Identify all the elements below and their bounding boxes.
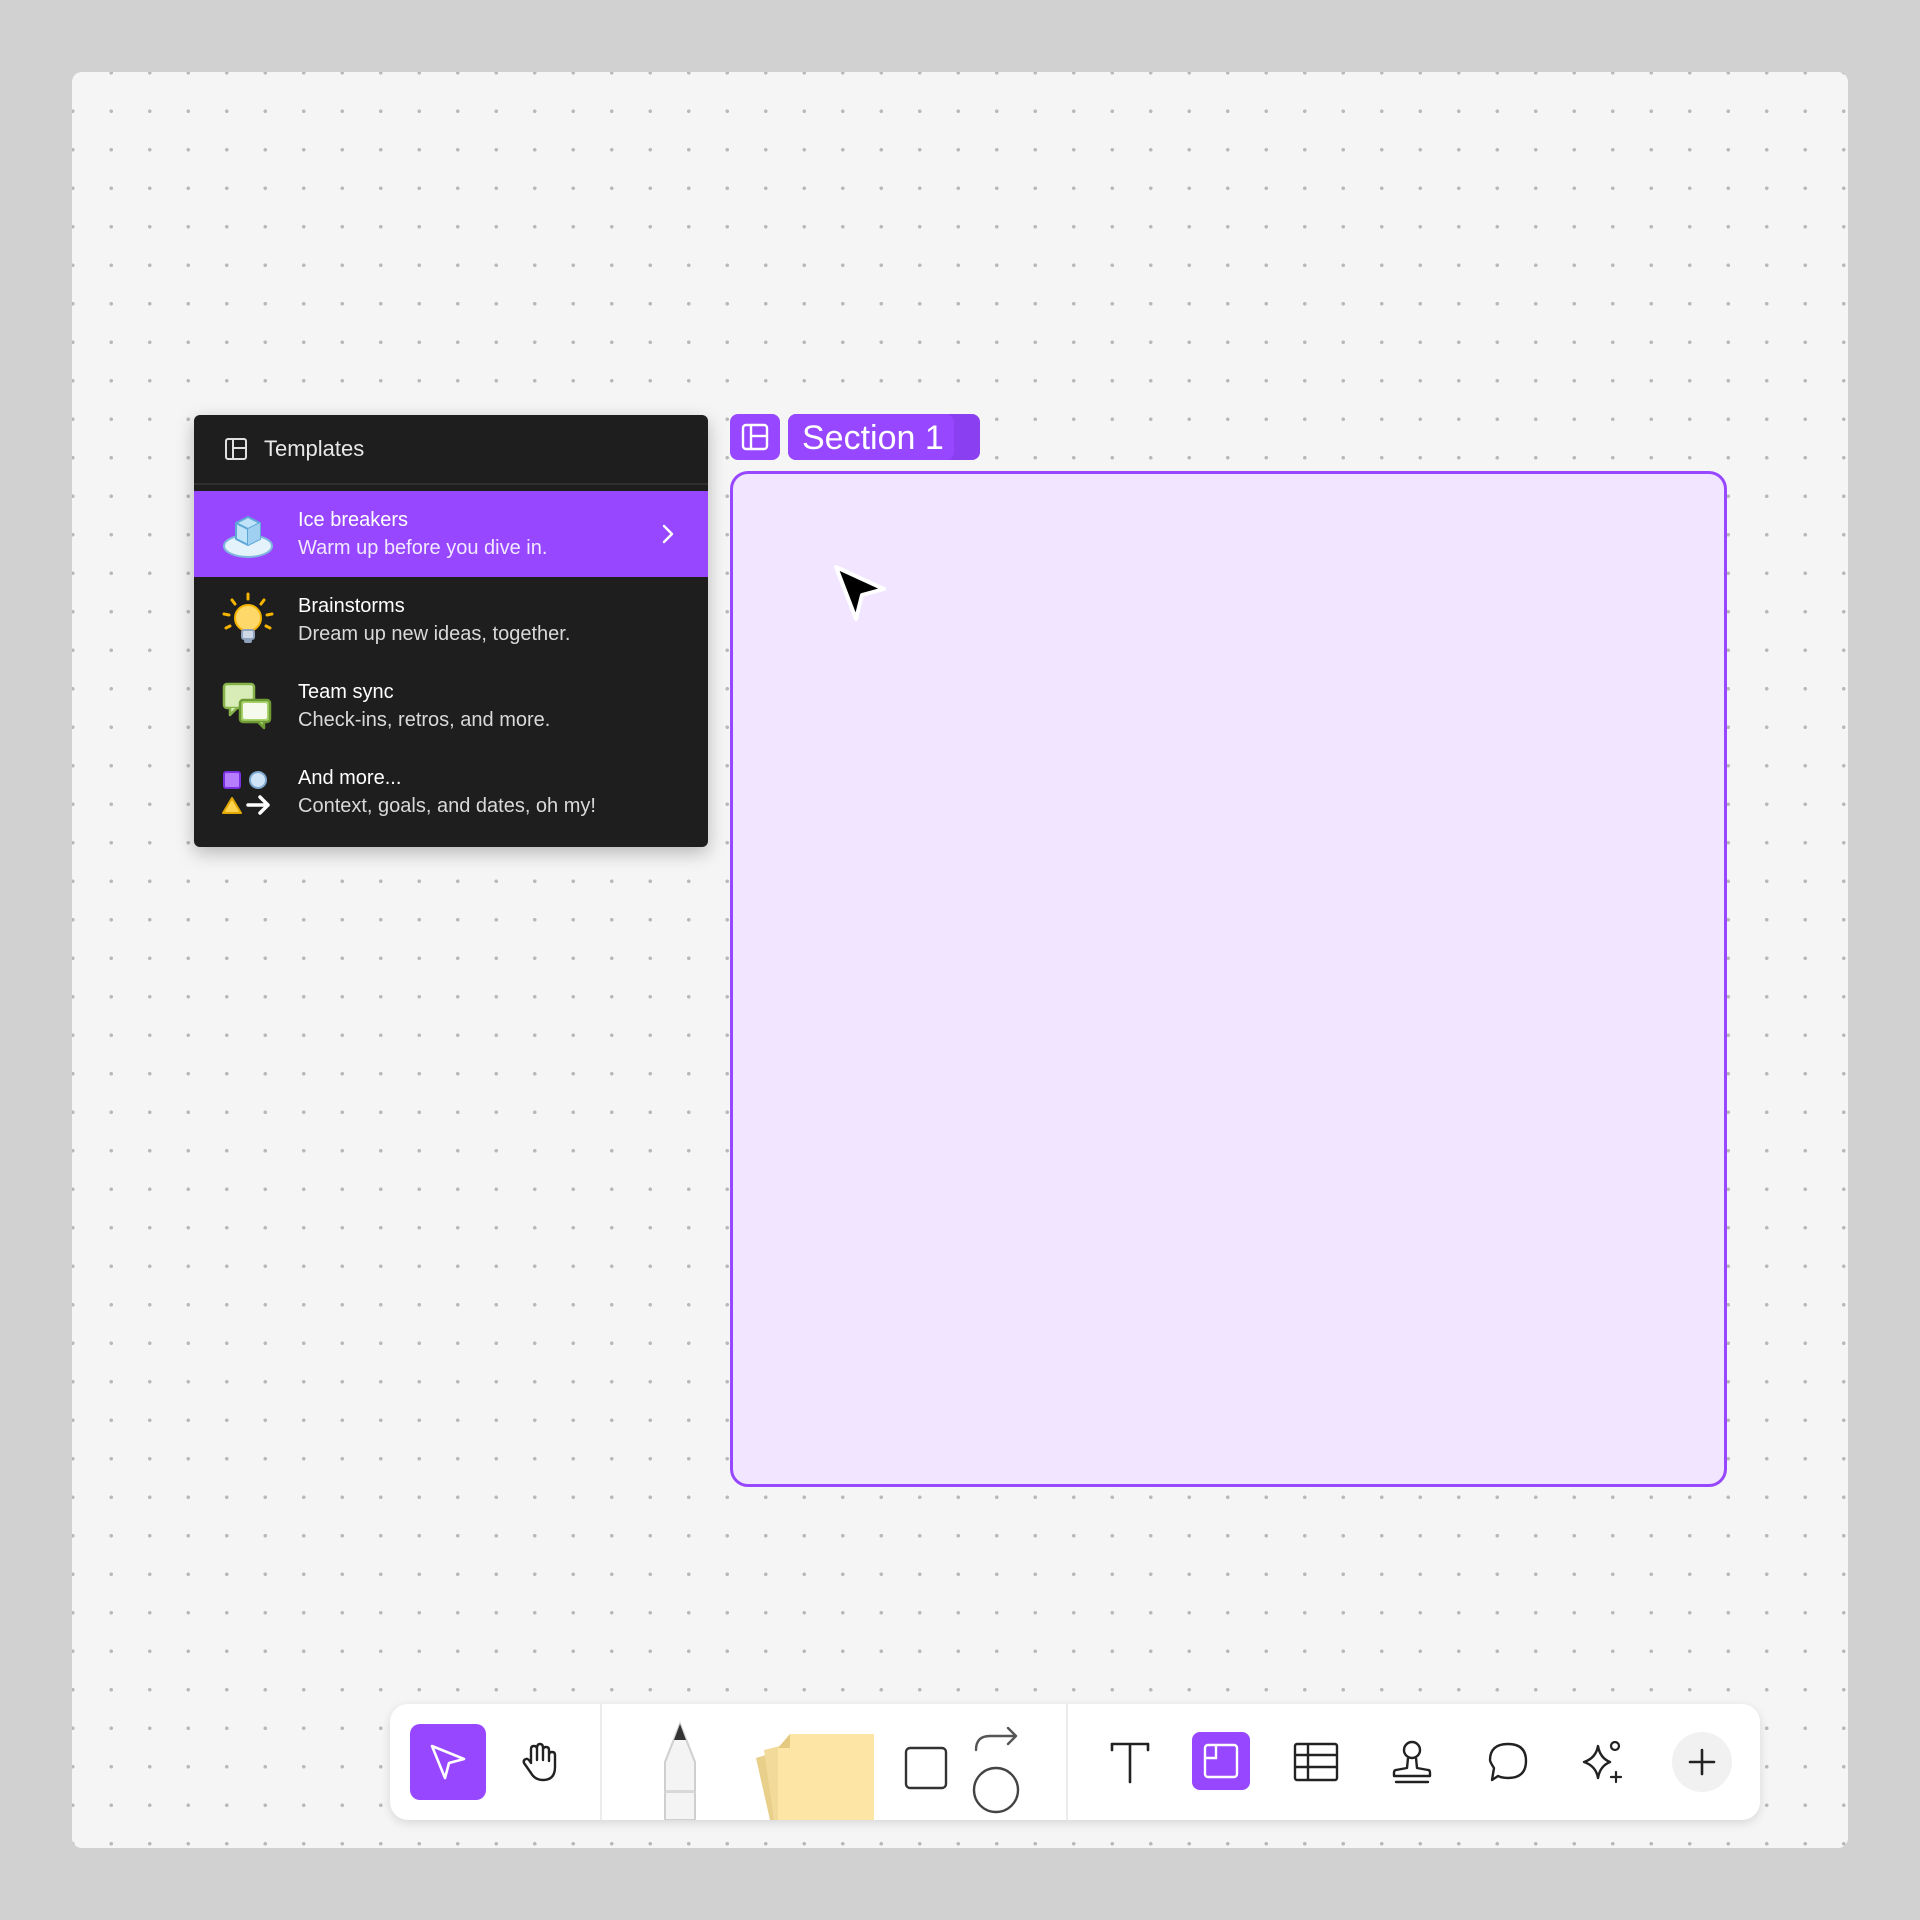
plus-icon [1688, 1748, 1716, 1776]
templates-menu-title: Templates [264, 436, 365, 461]
table-tool-button[interactable] [1282, 1728, 1350, 1796]
menu-item-ice-breakers[interactable]: Ice breakers Warm up before you dive in. [194, 491, 708, 577]
section-icon [741, 423, 769, 451]
menu-item-title: Brainstorms [298, 595, 405, 617]
sticky-note-icon [756, 1734, 874, 1820]
menu-item-title: Team sync [298, 681, 394, 703]
menu-item-title: Ice breakers [298, 509, 409, 531]
templates-menu-header: Templates [194, 415, 708, 485]
pencil-tool-button[interactable] [630, 1720, 730, 1820]
comment-icon [1488, 1742, 1528, 1782]
template-icon [225, 438, 247, 460]
mouse-pointer-icon [834, 565, 886, 621]
templates-menu: Templates Ice breakers Warm up before yo… [194, 415, 708, 847]
chat-bubbles-icon [222, 682, 272, 730]
hand-tool-button[interactable] [502, 1724, 578, 1800]
cursor-arrow-icon [430, 1744, 466, 1780]
stamp-tool-button[interactable] [1378, 1728, 1446, 1796]
section-title[interactable]: Section 1 [802, 420, 944, 456]
square-icon [904, 1746, 948, 1790]
menu-item-description: Check-ins, retros, and more. [298, 709, 551, 731]
bottom-toolbar [390, 1704, 1760, 1820]
shapes-icon [222, 771, 270, 815]
menu-item-and-more[interactable]: And more... Context, goals, and dates, o… [194, 749, 708, 835]
more-tools-button[interactable] [1672, 1732, 1732, 1792]
menu-item-description: Warm up before you dive in. [298, 537, 548, 559]
section-icon-button[interactable] [730, 414, 780, 460]
section-title-tag[interactable]: Section 1 [788, 414, 980, 460]
menu-item-brainstorms[interactable]: Brainstorms Dream up new ideas, together… [194, 577, 708, 663]
sticky-note-tool-button[interactable] [750, 1730, 882, 1820]
table-icon [1293, 1742, 1339, 1782]
menu-item-description: Dream up new ideas, together. [298, 623, 571, 645]
shape-tool-button[interactable] [896, 1738, 956, 1798]
menu-item-title: And more... [298, 767, 402, 789]
menu-item-team-sync[interactable]: Team sync Check-ins, retros, and more. [194, 663, 708, 749]
section-tool-button[interactable] [1192, 1732, 1250, 1790]
menu-item-description: Context, goals, and dates, oh my! [298, 795, 596, 817]
lightbulb-icon [222, 592, 274, 643]
connector-icon [972, 1726, 1020, 1814]
chevron-right-icon [662, 524, 674, 544]
ai-tool-button[interactable] [1568, 1728, 1636, 1796]
hand-icon [522, 1742, 557, 1782]
section-frame-icon [1203, 1743, 1239, 1779]
sparkle-icon [1582, 1740, 1623, 1784]
text-tool-button[interactable] [1096, 1728, 1164, 1796]
text-icon [1110, 1742, 1150, 1784]
pencil-icon [664, 1721, 696, 1820]
connector-tool-button[interactable] [966, 1724, 1026, 1820]
ice-cube-icon [223, 515, 273, 558]
comment-tool-button[interactable] [1474, 1728, 1542, 1796]
stamp-icon [1392, 1740, 1432, 1784]
move-tool-button[interactable] [410, 1724, 486, 1800]
